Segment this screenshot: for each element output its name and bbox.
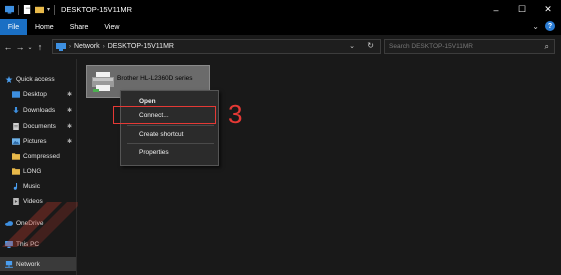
network-icon xyxy=(5,260,13,268)
sidebar-item-label: Desktop xyxy=(23,90,47,98)
search-box[interactable]: Search DESKTOP-15V11MR ⌕ xyxy=(384,39,555,54)
menu-item-create-shortcut[interactable]: Create shortcut xyxy=(139,131,183,138)
menu-item-open[interactable]: Open xyxy=(139,98,156,105)
pictures-icon xyxy=(12,137,20,145)
sidebar-item-label: LONG xyxy=(23,167,42,175)
menu-separator xyxy=(127,143,214,144)
sidebar-item-label: Pictures xyxy=(23,137,47,145)
folder-icon xyxy=(12,152,20,160)
title-separator xyxy=(18,4,19,15)
title-separator xyxy=(54,4,56,15)
pin-icon[interactable]: ✱ xyxy=(67,107,72,114)
quick-access-toolbar-dropdown-icon[interactable]: ▾ xyxy=(47,6,50,13)
tab-home[interactable]: Home xyxy=(27,19,62,35)
search-placeholder[interactable]: Search DESKTOP-15V11MR xyxy=(389,43,473,50)
recent-locations-icon[interactable]: ⌄ xyxy=(26,44,34,51)
navigation-pane: Quick access Desktop ✱ Downloads ✱ Docum… xyxy=(0,59,82,275)
minimize-button[interactable]: – xyxy=(483,0,509,19)
sidebar-item-documents[interactable]: Documents ✱ xyxy=(0,119,76,133)
properties-icon[interactable] xyxy=(23,5,32,14)
sidebar-item-label: Network xyxy=(16,260,40,268)
context-menu: Open Connect... Create shortcut Properti… xyxy=(120,90,219,166)
up-arrow-icon[interactable]: ↑ xyxy=(34,42,46,52)
sidebar-item-compressed[interactable]: Compressed xyxy=(0,149,76,163)
ribbon-tabs: File Home Share View ⌄ ? xyxy=(0,19,561,35)
printer-name: Brother HL-L2360D series xyxy=(117,75,193,82)
close-button[interactable]: ✕ xyxy=(535,0,561,19)
new-folder-icon[interactable] xyxy=(35,5,44,14)
sidebar-item-label: Compressed xyxy=(23,152,60,160)
sidebar-item-label: Quick access xyxy=(16,75,55,83)
explorer-icon xyxy=(5,5,14,14)
desktop-folder-icon xyxy=(12,90,20,98)
pin-icon[interactable]: ✱ xyxy=(67,138,72,145)
pin-icon[interactable]: ✱ xyxy=(67,123,72,130)
tab-share[interactable]: Share xyxy=(62,19,97,35)
help-icon[interactable]: ? xyxy=(545,21,555,31)
search-icon[interactable]: ⌕ xyxy=(545,42,549,52)
ribbon-right-controls: ⌄ ? xyxy=(532,21,555,31)
folder-icon xyxy=(12,167,20,175)
highlight-box xyxy=(113,106,216,124)
sidebar-item-pictures[interactable]: Pictures ✱ xyxy=(0,134,76,148)
breadcrumb-separator: › xyxy=(69,43,71,50)
sidebar-item-network[interactable]: Network xyxy=(0,257,76,271)
window-controls: – ☐ ✕ xyxy=(483,0,561,19)
breadcrumb-computer[interactable]: DESKTOP-15V11MR xyxy=(108,43,174,50)
pin-icon[interactable]: ✱ xyxy=(67,91,72,98)
sidebar-item-desktop[interactable]: Desktop ✱ xyxy=(0,87,76,101)
breadcrumb-separator: › xyxy=(102,43,105,50)
tab-view[interactable]: View xyxy=(96,19,127,35)
forward-arrow-icon[interactable]: → xyxy=(14,42,26,52)
refresh-icon[interactable]: ↻ xyxy=(367,41,374,50)
address-row: ← → ⌄ ↑ › Network › DESKTOP-15V11MR ⌄ ↻ … xyxy=(0,35,561,59)
sidebar-item-label: Downloads xyxy=(23,106,56,114)
window-title: DESKTOP-15V11MR xyxy=(61,5,133,14)
network-computer-icon xyxy=(56,42,66,51)
star-icon xyxy=(5,75,13,83)
back-arrow-icon[interactable]: ← xyxy=(2,42,14,52)
sidebar-item-label: Documents xyxy=(23,122,56,130)
maximize-button[interactable]: ☐ xyxy=(509,0,535,19)
documents-icon xyxy=(13,122,19,130)
expand-ribbon-icon[interactable]: ⌄ xyxy=(532,22,539,31)
menu-separator xyxy=(127,125,214,126)
address-dropdown-icon[interactable]: ⌄ xyxy=(349,42,355,50)
breadcrumb-network[interactable]: Network xyxy=(74,43,100,50)
menu-item-properties[interactable]: Properties xyxy=(139,149,169,156)
download-icon xyxy=(13,106,19,113)
sidebar-item-quick-access[interactable]: Quick access xyxy=(0,72,76,86)
step-number: 3 xyxy=(228,99,243,129)
title-bar: ▾ DESKTOP-15V11MR – ☐ ✕ xyxy=(0,0,561,19)
sidebar-item-downloads[interactable]: Downloads ✱ xyxy=(0,103,76,117)
printer-icon xyxy=(92,72,114,92)
sidebar-item-long[interactable]: LONG xyxy=(0,164,76,178)
address-bar[interactable]: › Network › DESKTOP-15V11MR ⌄ ↻ xyxy=(52,39,381,54)
tab-file[interactable]: File xyxy=(0,19,27,35)
